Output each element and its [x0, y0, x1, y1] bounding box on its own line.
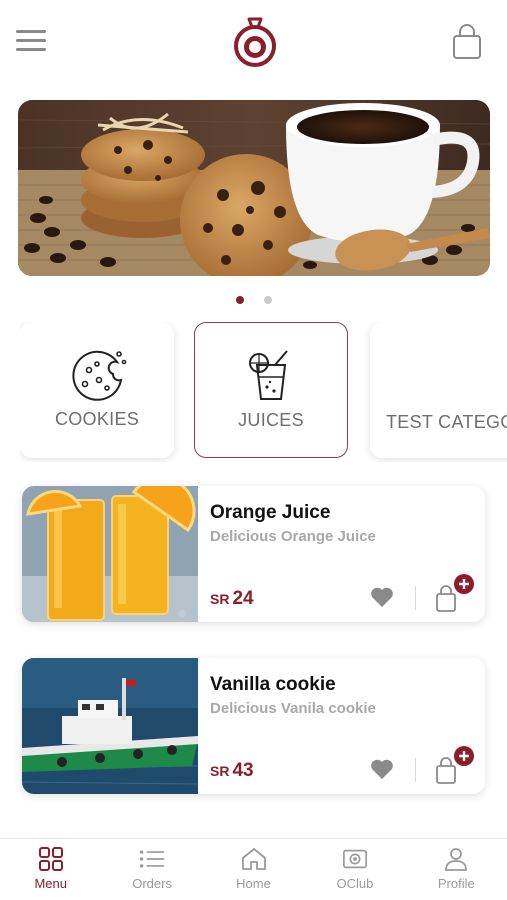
product-name: Vanilla cookie — [210, 674, 336, 695]
cookie-icon — [72, 350, 127, 401]
product-description: Delicious Orange Juice — [210, 528, 376, 545]
nav-label: Profile — [437, 876, 475, 891]
divider — [415, 758, 416, 782]
product-card-vanilla-cookie[interactable]: Vanilla cookie Delicious Vanila cookie S… — [22, 658, 485, 794]
cookies-and-coffee-cup-photo — [18, 100, 490, 276]
divider — [415, 586, 416, 610]
home-icon — [241, 848, 266, 870]
product-description: Delicious Vanila cookie — [210, 700, 376, 717]
nav-label: Menu — [34, 876, 67, 891]
banner-dot-1[interactable] — [235, 296, 244, 304]
nav-label: Orders — [132, 876, 172, 891]
price-currency: SR — [210, 591, 230, 607]
tugboat-photo — [22, 658, 198, 794]
add-to-cart-icon[interactable] — [434, 746, 476, 786]
product-price: SR 43 — [210, 760, 254, 782]
category-label: COOKIES — [54, 409, 140, 429]
banner-pagination — [0, 296, 507, 304]
bottom-navigation: Menu Orders Home OClub Profile — [0, 838, 507, 900]
heart-icon[interactable] — [370, 586, 394, 608]
category-label: JUICES — [238, 410, 304, 430]
price-amount: 43 — [232, 760, 254, 781]
category-card-cookies[interactable]: COOKIES — [20, 322, 174, 458]
price-amount: 24 — [232, 588, 254, 609]
add-to-cart-icon[interactable] — [434, 574, 476, 614]
juice-glass-icon — [249, 350, 288, 400]
profile-icon — [445, 848, 468, 871]
category-card-test[interactable]: TEST CATEGO... — [370, 322, 507, 458]
nav-item-menu[interactable]: Menu — [0, 839, 101, 900]
heart-icon[interactable] — [370, 758, 394, 780]
orange-juice-glasses-photo — [22, 486, 198, 622]
category-carousel[interactable]: COOKIES JUICES TEST CATEGO... — [20, 322, 507, 462]
product-card-orange-juice[interactable]: Orange Juice Delicious Orange Juice SR 24 — [22, 486, 485, 622]
category-card-juices[interactable]: JUICES — [194, 322, 348, 458]
nav-item-home[interactable]: Home — [203, 839, 304, 900]
nav-item-orders[interactable]: Orders — [101, 839, 202, 900]
nav-item-oclub[interactable]: OClub — [304, 839, 405, 900]
nav-label: Home — [236, 876, 271, 891]
category-label: TEST CATEGO... — [386, 412, 507, 432]
grid-icon — [38, 847, 63, 871]
banner-dot-2[interactable] — [263, 296, 272, 304]
product-price: SR 24 — [210, 588, 254, 610]
list-icon — [139, 850, 165, 868]
hamburger-menu-icon[interactable] — [16, 30, 46, 54]
app-header — [0, 0, 507, 90]
promo-banner[interactable] — [18, 100, 490, 276]
shopping-bag-icon[interactable] — [451, 22, 483, 62]
price-currency: SR — [210, 763, 230, 779]
brand-logo-icon — [234, 17, 276, 67]
nav-item-profile[interactable]: Profile — [406, 839, 507, 900]
product-name: Orange Juice — [210, 502, 331, 523]
club-icon — [342, 849, 367, 869]
nav-label: OClub — [336, 876, 374, 891]
